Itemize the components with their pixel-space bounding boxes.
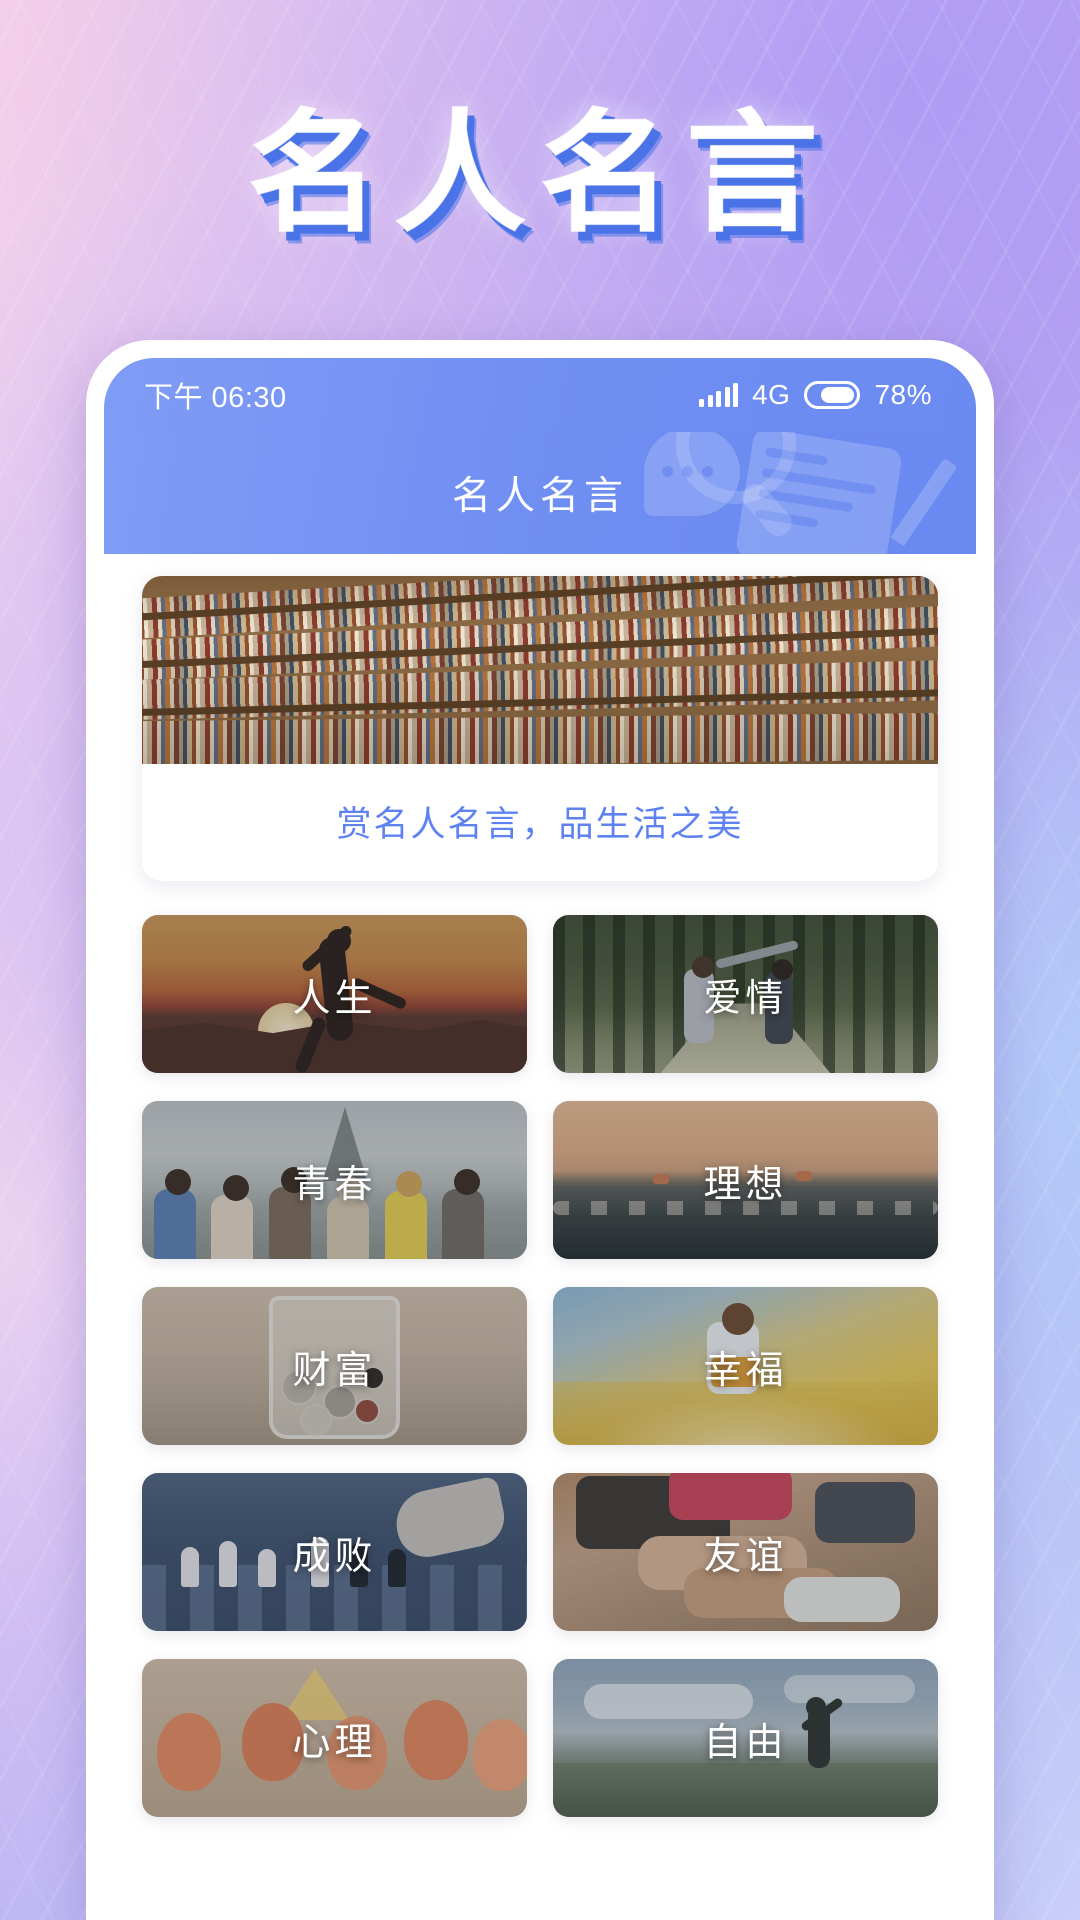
document-icon	[734, 432, 904, 554]
network-type-label: 4G	[752, 379, 791, 410]
category-tile-label: 成败	[292, 1535, 377, 1578]
category-tile-label: 友谊	[703, 1535, 788, 1578]
pen-icon	[890, 457, 958, 547]
signal-bars-icon	[699, 383, 739, 407]
app-header-title: 名人名言	[451, 475, 628, 518]
category-tile-label: 理想	[703, 1163, 788, 1206]
category-tile-freedom[interactable]: 自由	[553, 1659, 938, 1817]
category-tile-life[interactable]: 人生	[142, 915, 527, 1073]
banner-image-shade	[142, 576, 938, 764]
app-content: 赏名人名言，品生活之美 人生 爱情 青春 理想 财富 幸福 成败 友谊 心理 自…	[104, 554, 976, 1920]
category-tile-happiness[interactable]: 幸福	[553, 1287, 938, 1445]
status-bar-time: 下午 06:30	[144, 382, 287, 414]
status-bar: 下午 06:30 4G 78%	[104, 358, 976, 432]
category-tile-label: 心理	[292, 1721, 377, 1764]
category-tile-youth[interactable]: 青春	[142, 1101, 527, 1259]
category-grid: 人生 爱情 青春 理想 财富 幸福 成败 友谊 心理 自由	[142, 915, 938, 1817]
category-tile-psychology[interactable]: 心理	[142, 1659, 527, 1817]
phone-screen: 下午 06:30 4G 78% 名人名言 赏名人名言，品生活之美 人生 爱情 青…	[104, 358, 976, 1920]
category-tile-love[interactable]: 爱情	[553, 915, 938, 1073]
banner-image-bookshelves	[142, 576, 938, 764]
banner-caption: 赏名人名言，品生活之美	[336, 805, 744, 844]
status-bar-right-group: 4G 78%	[699, 379, 932, 411]
category-tile-label: 财富	[292, 1349, 377, 1392]
category-tile-label: 青春	[292, 1163, 377, 1206]
category-tile-success-failure[interactable]: 成败	[142, 1473, 527, 1631]
app-header: 名人名言	[104, 432, 976, 554]
category-tile-label: 人生	[292, 977, 377, 1020]
category-tile-label: 幸福	[703, 1349, 788, 1392]
speech-bubble-icon	[644, 432, 740, 516]
category-tile-label: 爱情	[703, 977, 788, 1020]
category-tile-label: 自由	[703, 1721, 788, 1764]
category-tile-ideal[interactable]: 理想	[553, 1101, 938, 1259]
battery-icon	[804, 381, 861, 409]
phone-mockup: 下午 06:30 4G 78% 名人名言 赏名人名言，品生活之美 人生 爱情 青…	[86, 340, 994, 1920]
battery-percent-label: 78%	[874, 379, 932, 410]
hero-title: 名人名言	[248, 97, 832, 251]
banner-card[interactable]: 赏名人名言，品生活之美	[142, 576, 938, 881]
category-tile-friendship[interactable]: 友谊	[553, 1473, 938, 1631]
category-tile-wealth[interactable]: 财富	[142, 1287, 527, 1445]
